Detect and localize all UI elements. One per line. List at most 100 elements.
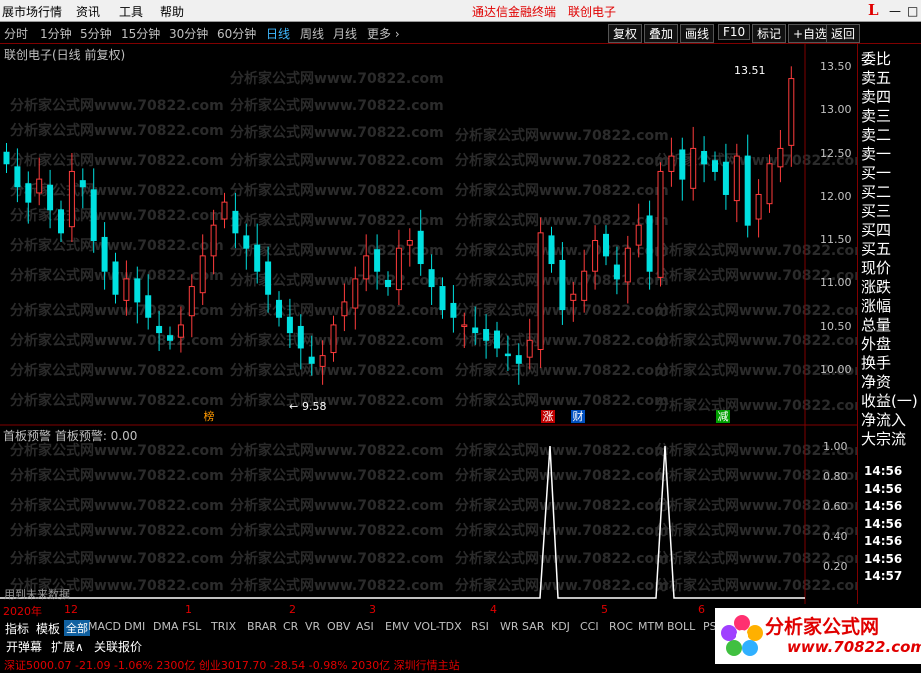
period-60min[interactable]: 60分钟	[217, 25, 256, 42]
candle-body	[679, 149, 686, 180]
tab-indicator-asi[interactable]: ASI	[354, 620, 376, 633]
quote-label: 大宗流	[861, 430, 907, 448]
period-1min[interactable]: 1分钟	[40, 25, 72, 42]
candle-body	[134, 278, 141, 303]
candle-body	[265, 261, 272, 295]
candle-body	[79, 180, 86, 188]
candle-body	[14, 166, 21, 188]
logo-url: www.70822.com	[787, 638, 921, 656]
candle-body	[450, 302, 457, 318]
period-15min[interactable]: 15分钟	[121, 25, 160, 42]
candlestick-chart[interactable]	[0, 44, 857, 604]
candle-body	[177, 324, 184, 338]
quote-label: 委比	[861, 50, 892, 68]
quote-side-panel: 委比 卖五 卖四 卖三 卖二 卖一 买一 买二 买三 买四 买五 现价 涨跌 涨幅 总量 外盘 换手 净资 收益(一…	[857, 44, 921, 604]
quote-label: 净资	[861, 373, 892, 391]
tab-indicator-cr[interactable]: CR	[281, 620, 300, 633]
draw-button[interactable]: 画线	[680, 24, 715, 43]
candle-body	[3, 151, 10, 165]
tab-template[interactable]: 模板	[34, 620, 62, 637]
related-quote-button[interactable]: 关联报价	[92, 638, 144, 655]
candle-body	[788, 78, 795, 146]
candle-body	[733, 155, 740, 202]
minimize-icon[interactable]: —	[889, 4, 901, 18]
mark-button[interactable]: 标记	[752, 24, 787, 43]
logo-title: 分析家公式网	[765, 616, 880, 638]
quote-label: 涨跌	[861, 278, 892, 296]
candle-body	[286, 316, 293, 334]
period-intraday[interactable]: 分时	[4, 25, 28, 42]
quote-label: 买一	[861, 164, 892, 182]
tab-indicator-cci[interactable]: CCI	[578, 620, 601, 633]
tab-indicator-boll[interactable]: BOLL	[665, 620, 697, 633]
adjust-button[interactable]: 复权	[608, 24, 643, 43]
expand-button[interactable]: 扩展∧	[49, 638, 86, 655]
period-5min[interactable]: 5分钟	[80, 25, 112, 42]
period-weekly[interactable]: 周线	[300, 25, 324, 42]
menu-tools[interactable]: 工具	[119, 3, 143, 20]
menu-help[interactable]: 帮助	[160, 3, 184, 20]
period-toolbar: 分时 1分钟 5分钟 15分钟 30分钟 60分钟 日线 周线 月线 更多 › …	[0, 22, 921, 44]
tab-indicator-macd[interactable]: MACD	[86, 620, 123, 633]
price-tick: 12.50	[820, 147, 852, 160]
overlay-button[interactable]: 叠加	[644, 24, 679, 43]
tab-indicator[interactable]: 指标	[3, 620, 31, 637]
danmaku-button[interactable]: 开弹幕	[4, 638, 44, 655]
tab-indicator-obv[interactable]: OBV	[325, 620, 352, 633]
period-30min[interactable]: 30分钟	[169, 25, 208, 42]
candle-body	[777, 147, 784, 168]
candle-body	[221, 201, 228, 220]
quote-label: 卖三	[861, 107, 892, 125]
candle-body	[581, 270, 588, 301]
candle-body	[58, 209, 64, 234]
date-month: 6	[698, 603, 705, 616]
tab-indicator-roc[interactable]: ROC	[607, 620, 635, 633]
menu-market[interactable]: 展市场行情	[2, 3, 62, 20]
date-year: 2020年	[3, 605, 42, 618]
site-logo: 分析家公式网 www.70822.com	[715, 608, 921, 664]
tab-indicator-fsl[interactable]: FSL	[180, 620, 203, 633]
restore-icon[interactable]: □	[907, 4, 918, 18]
tab-indicator-rsi[interactable]: RSI	[469, 620, 491, 633]
tab-indicator-vol-tdx[interactable]: VOL-TDX	[412, 620, 464, 633]
tab-indicator-kdj[interactable]: KDJ	[549, 620, 572, 633]
menu-news[interactable]: 资讯	[76, 3, 100, 20]
period-more[interactable]: 更多 ›	[367, 25, 400, 42]
indicator-title: 首板预警 首板预警: 0.00	[3, 429, 138, 443]
badge-reduce[interactable]: 减	[716, 410, 730, 423]
candle-body	[101, 236, 108, 272]
candle-body	[395, 247, 402, 291]
trade-time: 14:56	[864, 516, 903, 531]
period-daily[interactable]: 日线	[266, 25, 290, 42]
stock-name: 联创电子	[568, 5, 617, 19]
candle-body	[330, 324, 337, 354]
back-button[interactable]: 返回	[826, 24, 861, 43]
tab-indicator-trix[interactable]: TRIX	[209, 620, 238, 633]
badge-finance[interactable]: 财	[571, 410, 585, 423]
period-monthly[interactable]: 月线	[333, 25, 357, 42]
index-ticker: 深证5000.07 -21.09 -1.06% 2300亿 创业3017.70 …	[4, 659, 460, 672]
candle-body	[308, 356, 315, 364]
tab-indicator-dmi[interactable]: DMI	[122, 620, 147, 633]
tab-indicator-emv[interactable]: EMV	[383, 620, 411, 633]
candle-body	[624, 247, 631, 283]
price-tick: 10.00	[820, 363, 852, 376]
tab-indicator-wr[interactable]: WR	[498, 620, 521, 633]
tab-indicator-mtm[interactable]: MTM	[636, 620, 666, 633]
tab-indicator-sar[interactable]: SAR	[520, 620, 546, 633]
candle-body	[472, 327, 479, 334]
tab-indicator-brar[interactable]: BRAR	[245, 620, 279, 633]
badge-rank[interactable]: 榜	[202, 410, 216, 423]
badge-limit-up[interactable]: 涨	[541, 410, 555, 423]
candle-body	[210, 224, 217, 257]
candle-body	[145, 295, 152, 318]
low-price-label: 9.58	[302, 400, 327, 413]
tab-indicator-dma[interactable]: DMA	[151, 620, 181, 633]
candle-body	[167, 335, 173, 341]
indicator-tick: 0.40	[823, 530, 848, 543]
candle-body	[363, 255, 370, 280]
candle-body	[47, 184, 54, 211]
f10-button[interactable]: F10	[718, 24, 751, 40]
tab-indicator-vr[interactable]: VR	[303, 620, 322, 633]
future-data-warning: 用到未来数据	[4, 588, 70, 601]
